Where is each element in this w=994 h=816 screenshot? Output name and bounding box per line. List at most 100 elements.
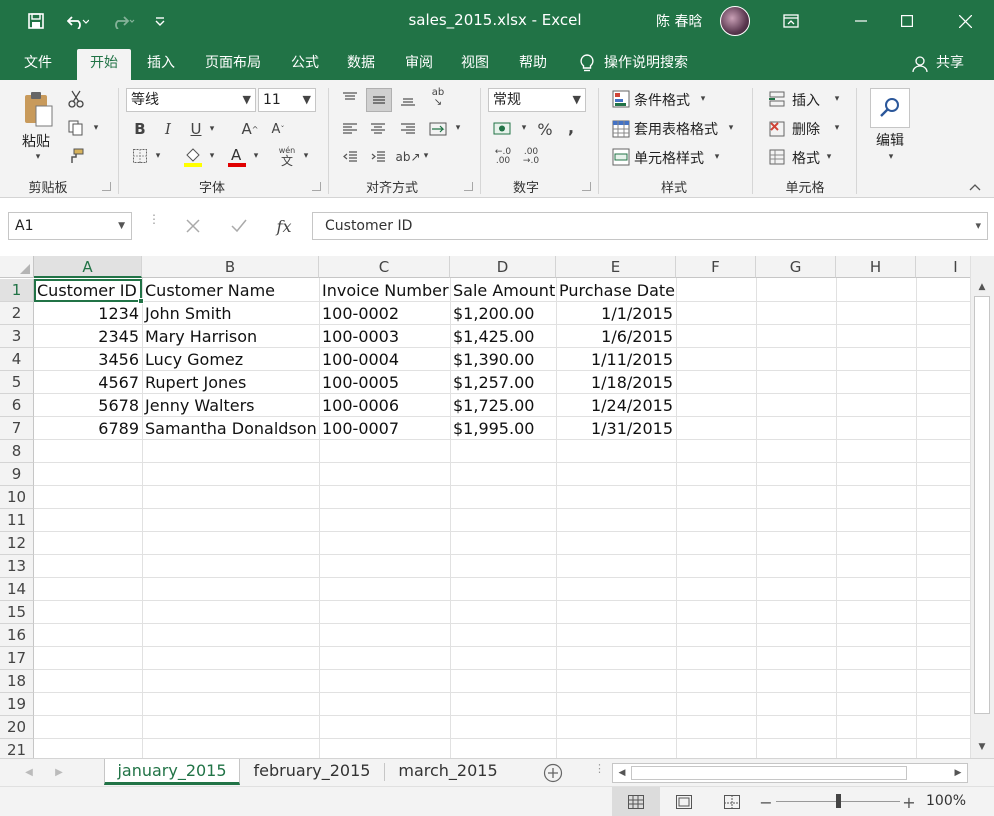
alignment-launcher-icon[interactable] <box>464 182 473 191</box>
tell-me-search[interactable]: 操作说明搜索 <box>604 49 712 80</box>
row-header[interactable]: 9 <box>0 463 34 486</box>
name-box[interactable]: A1 ▼ <box>8 212 132 240</box>
align-center-icon[interactable] <box>366 118 390 140</box>
cell-b1[interactable]: Customer Name <box>142 279 319 302</box>
customize-quick-access-icon[interactable] <box>150 9 170 33</box>
select-all-corner[interactable] <box>0 256 34 278</box>
scroll-left-icon[interactable]: ◀ <box>615 766 629 780</box>
sheet-tab-march[interactable]: march_2015 <box>388 759 508 785</box>
table-cell[interactable]: 1/11/2015 <box>556 348 676 371</box>
table-cell[interactable]: 5678 <box>34 394 142 417</box>
cut-icon[interactable] <box>66 89 86 109</box>
editing-button[interactable]: 编辑 <box>876 130 904 150</box>
fill-color-icon[interactable] <box>182 144 204 168</box>
decrease-decimal-icon[interactable]: .00 →.0 <box>518 146 544 168</box>
table-cell[interactable]: 4567 <box>34 371 142 394</box>
table-cell[interactable]: 100-0007 <box>319 417 450 440</box>
expand-formula-icon[interactable]: ▾ <box>975 213 981 239</box>
format-dropdown-icon[interactable]: ▾ <box>824 152 834 162</box>
phonetic-guide-icon[interactable]: wén 文 <box>276 144 298 168</box>
tab-formulas[interactable]: 公式 <box>282 49 328 80</box>
sheet-tab-january[interactable]: january_2015 <box>104 759 240 785</box>
table-cell[interactable]: 3456 <box>34 348 142 371</box>
cell-c1[interactable]: Invoice Number <box>319 279 450 302</box>
tab-home[interactable]: 开始 <box>77 49 131 80</box>
accounting-format-icon[interactable] <box>490 118 516 140</box>
table-cell[interactable]: 100-0002 <box>319 302 450 325</box>
tab-data[interactable]: 数据 <box>338 49 384 80</box>
insert-function-icon[interactable]: fx <box>270 212 298 240</box>
comma-style-icon[interactable]: , <box>562 116 580 138</box>
cell-e1[interactable]: Purchase Date <box>556 279 676 302</box>
cancel-icon[interactable] <box>180 214 206 238</box>
fill-handle[interactable] <box>138 298 144 304</box>
zoom-in-icon[interactable]: + <box>900 793 918 812</box>
row-header[interactable]: 15 <box>0 601 34 624</box>
normal-view-icon[interactable] <box>612 787 660 816</box>
wrap-text-icon[interactable] <box>426 118 450 140</box>
number-format-select[interactable]: 常规 ▼ <box>488 88 586 112</box>
copy-dropdown-icon[interactable]: ▾ <box>90 122 102 134</box>
bottom-align-icon[interactable] <box>396 88 420 110</box>
underline-icon[interactable]: U <box>186 118 206 140</box>
formula-input[interactable]: Customer ID ▾ <box>312 212 988 240</box>
row-header[interactable]: 1 <box>0 279 34 302</box>
conditional-format-button[interactable]: 条件格式 <box>634 90 690 110</box>
paste-icon[interactable] <box>22 90 54 130</box>
row-header[interactable]: 6 <box>0 394 34 417</box>
add-sheet-icon[interactable] <box>542 762 564 784</box>
percent-icon[interactable]: % <box>534 118 556 140</box>
column-header-b[interactable]: B <box>142 256 319 278</box>
search-icon[interactable] <box>870 88 910 128</box>
table-cell[interactable]: 100-0005 <box>319 371 450 394</box>
table-cell[interactable]: Mary Harrison <box>142 325 319 348</box>
column-header-g[interactable]: G <box>756 256 836 278</box>
conditional-dropdown-icon[interactable]: ▾ <box>698 94 708 104</box>
table-cell[interactable]: 1/31/2015 <box>556 417 676 440</box>
bold-icon[interactable]: B <box>130 118 150 140</box>
middle-align-icon[interactable] <box>366 88 392 112</box>
top-align-icon[interactable] <box>338 88 362 110</box>
tab-insert[interactable]: 插入 <box>138 49 184 80</box>
share-button[interactable]: 共享 <box>932 49 968 80</box>
row-header[interactable]: 19 <box>0 693 34 716</box>
tab-review[interactable]: 审阅 <box>396 49 442 80</box>
align-right-icon[interactable] <box>396 118 420 140</box>
save-icon[interactable] <box>24 9 48 33</box>
tab-page-layout[interactable]: 页面布局 <box>196 49 270 80</box>
close-icon[interactable] <box>942 0 988 42</box>
scroll-down-icon[interactable]: ▼ <box>974 740 990 754</box>
cell-styles-dropdown-icon[interactable]: ▾ <box>712 152 722 162</box>
table-cell[interactable]: $1,425.00 <box>450 325 556 348</box>
table-cell[interactable]: Rupert Jones <box>142 371 319 394</box>
scroll-tabs-left-icon[interactable]: ◀ <box>22 765 36 779</box>
column-header-f[interactable]: F <box>676 256 756 278</box>
page-break-view-icon[interactable] <box>720 793 744 811</box>
paste-label[interactable]: 粘贴 <box>22 131 50 151</box>
table-cell[interactable]: $1,995.00 <box>450 417 556 440</box>
font-launcher-icon[interactable] <box>312 182 321 191</box>
enter-check-icon[interactable] <box>226 214 252 238</box>
row-header[interactable]: 21 <box>0 739 34 758</box>
clipboard-launcher-icon[interactable] <box>102 182 111 191</box>
worksheet-grid[interactable]: A B C D E F G H I 1 2 3 4 5 6 7 8 9 10 11 12 13 14 15 1… <box>0 256 994 758</box>
table-cell[interactable]: 100-0006 <box>319 394 450 417</box>
collapse-ribbon-icon[interactable] <box>966 180 984 194</box>
table-cell[interactable]: 1/6/2015 <box>556 325 676 348</box>
delete-cells-button[interactable]: 删除 <box>792 119 820 139</box>
underline-dropdown-icon[interactable]: ▾ <box>206 120 218 138</box>
table-cell[interactable]: $1,390.00 <box>450 348 556 371</box>
table-cell[interactable]: 1/18/2015 <box>556 371 676 394</box>
insert-cells-icon[interactable] <box>766 88 788 110</box>
column-header-a[interactable]: A <box>34 256 142 278</box>
row-header[interactable]: 11 <box>0 509 34 532</box>
tab-help[interactable]: 帮助 <box>510 49 556 80</box>
table-cell[interactable]: Samantha Donaldson <box>142 417 319 440</box>
row-header[interactable]: 18 <box>0 670 34 693</box>
row-header[interactable]: 7 <box>0 417 34 440</box>
tab-file[interactable]: 文件 <box>14 49 62 80</box>
font-color-dropdown-icon[interactable]: ▾ <box>250 150 262 162</box>
format-painter-icon[interactable] <box>66 146 86 166</box>
table-cell[interactable]: $1,725.00 <box>450 394 556 417</box>
number-launcher-icon[interactable] <box>582 182 591 191</box>
